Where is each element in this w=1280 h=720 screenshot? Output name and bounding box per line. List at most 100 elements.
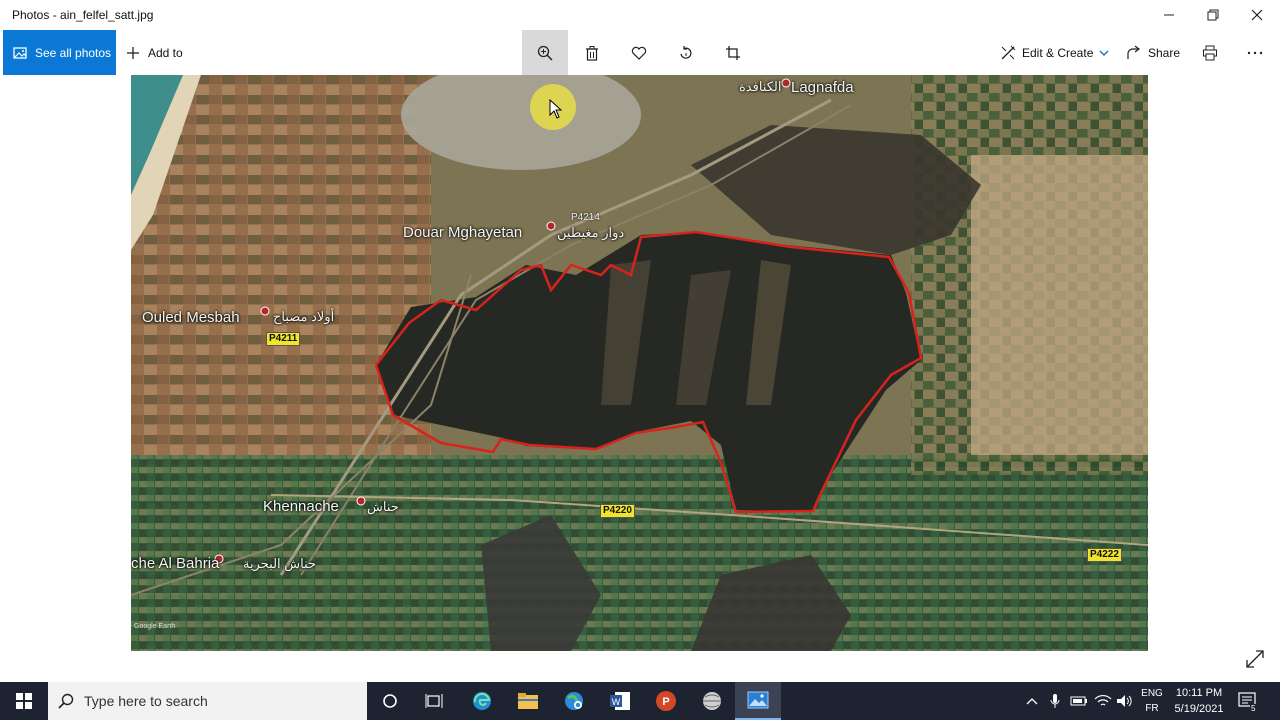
taskbar-clock[interactable]: 10:11 PM 5/19/2021 <box>1172 685 1226 717</box>
photos-app-icon <box>747 691 769 709</box>
label-ouled-mesbah-ar: أولاد مصباح <box>273 309 335 324</box>
battery-tray[interactable] <box>1070 682 1088 720</box>
clock-time: 10:11 PM <box>1175 687 1223 699</box>
print-button[interactable] <box>1187 30 1233 75</box>
clock-date: 5/19/2021 <box>1174 703 1224 715</box>
restore-icon <box>1207 9 1219 21</box>
see-all-photos-button[interactable]: See all photos <box>3 30 116 75</box>
label-lagnafda-ar: الكنافدة <box>739 79 782 94</box>
satellite-image[interactable]: Lagnafda الكنافدة Douar Mghayetan دوار م… <box>131 75 1148 651</box>
language-line-1: ENG <box>1141 688 1163 699</box>
taskbar-presentation-app[interactable]: P <box>643 682 689 720</box>
label-douar-mghayetan-ar: دوار مغيطين <box>557 225 625 240</box>
crop-icon <box>726 45 740 60</box>
wifi-icon <box>1094 695 1112 706</box>
rotate-icon <box>680 45 692 59</box>
taskbar-search-box[interactable]: Type here to search <box>48 682 367 720</box>
close-button[interactable] <box>1234 0 1280 30</box>
zoom-button[interactable] <box>522 30 568 75</box>
minimize-button[interactable] <box>1146 0 1192 30</box>
restore-button[interactable] <box>1190 0 1236 30</box>
minimize-icon <box>1164 14 1174 16</box>
see-all-photos-label: See all photos <box>35 45 112 60</box>
task-view-icon <box>425 694 443 708</box>
input-language-indicator[interactable]: ENG FR <box>1139 686 1165 716</box>
crop-button[interactable] <box>710 30 756 75</box>
label-al-bahria: che Al Bahria <box>131 555 220 572</box>
add-to-button[interactable]: Add to <box>126 30 183 75</box>
photos-icon <box>13 46 27 59</box>
cortana-icon <box>383 694 397 708</box>
fullscreen-button[interactable] <box>1244 648 1266 670</box>
more-options-button[interactable] <box>1232 30 1278 75</box>
label-al-bahria-ar: حناش البحرية <box>243 556 317 571</box>
start-button[interactable] <box>0 682 48 720</box>
search-icon <box>58 693 74 709</box>
microphone-tray[interactable] <box>1050 682 1062 720</box>
road-tag-p4214: P4214 <box>571 212 600 223</box>
plus-icon <box>127 46 139 59</box>
cortana-button[interactable] <box>367 682 413 720</box>
label-douar-mghayetan: Douar Mghayetan <box>403 224 523 241</box>
zoom-in-icon <box>537 45 553 61</box>
title-bar: Photos - ain_felfel_satt.jpg <box>0 0 1280 30</box>
road-tag-p4211: P4211 <box>266 332 301 346</box>
taskbar-word[interactable]: W <box>597 682 643 720</box>
rotate-button[interactable] <box>663 30 709 75</box>
sphere-app-icon <box>703 692 721 710</box>
google-earth-watermark: Google Earth <box>134 623 176 630</box>
photo-toolbar: See all photos Add to Edit & Create Shar… <box>0 30 1280 75</box>
share-icon <box>1127 45 1140 59</box>
label-ouled-mesbah: Ouled Mesbah <box>142 309 240 326</box>
share-label: Share <box>1148 45 1181 60</box>
language-line-2: FR <box>1145 703 1159 714</box>
edit-create-label: Edit & Create <box>1022 45 1094 60</box>
favorite-button[interactable] <box>616 30 662 75</box>
volume-icon <box>1117 695 1132 707</box>
window-title: Photos - ain_felfel_satt.jpg <box>12 8 154 22</box>
action-center-button[interactable]: 5 <box>1238 682 1260 720</box>
search-placeholder: Type here to search <box>84 693 208 709</box>
word-icon: W <box>610 692 630 710</box>
edit-create-button[interactable]: Edit & Create <box>1000 30 1109 75</box>
add-to-label: Add to <box>148 45 183 60</box>
battery-icon <box>1070 696 1087 706</box>
globe-icon <box>565 692 583 710</box>
volume-tray[interactable] <box>1116 682 1134 720</box>
taskbar: Type here to search W P ENG FR 10:11 PM … <box>0 682 1280 720</box>
delete-button[interactable] <box>569 30 615 75</box>
taskbar-edge[interactable] <box>459 682 505 720</box>
label-lagnafda: Lagnafda <box>791 79 854 96</box>
folder-icon <box>518 693 538 709</box>
windows-logo-icon <box>16 693 32 709</box>
road-tag-p4220: P4220 <box>600 504 635 518</box>
taskbar-photos[interactable] <box>735 682 781 720</box>
mouse-cursor-icon <box>549 99 563 119</box>
heart-icon <box>631 46 647 60</box>
taskbar-file-explorer[interactable] <box>505 682 551 720</box>
presentation-app-icon: P <box>656 691 676 711</box>
show-hidden-icons-button[interactable] <box>1026 682 1040 720</box>
notification-count-badge: 5 <box>1250 704 1257 713</box>
label-khennache-ar: حناش <box>367 499 399 514</box>
edit-create-icon <box>1001 45 1016 59</box>
more-icon <box>1247 51 1263 54</box>
taskbar-app-sphere[interactable] <box>689 682 735 720</box>
road-tag-p4222: P4222 <box>1087 548 1122 562</box>
chevron-down-icon <box>1099 50 1109 56</box>
taskbar-browser-globe[interactable] <box>551 682 597 720</box>
photos-window: Photos - ain_felfel_satt.jpg See all pho… <box>0 0 1280 682</box>
share-button[interactable]: Share <box>1126 30 1180 75</box>
printer-icon <box>1203 45 1217 60</box>
expand-icon <box>1246 650 1264 668</box>
label-khennache: Khennache <box>263 498 339 515</box>
svg-text:W: W <box>612 697 621 707</box>
microphone-icon <box>1050 694 1060 708</box>
svg-text:P: P <box>662 696 669 708</box>
task-view-button[interactable] <box>411 682 457 720</box>
trash-icon <box>586 45 598 61</box>
network-tray[interactable] <box>1094 682 1112 720</box>
close-icon <box>1251 9 1263 21</box>
edge-icon <box>473 692 491 710</box>
chevron-up-icon <box>1026 698 1038 705</box>
